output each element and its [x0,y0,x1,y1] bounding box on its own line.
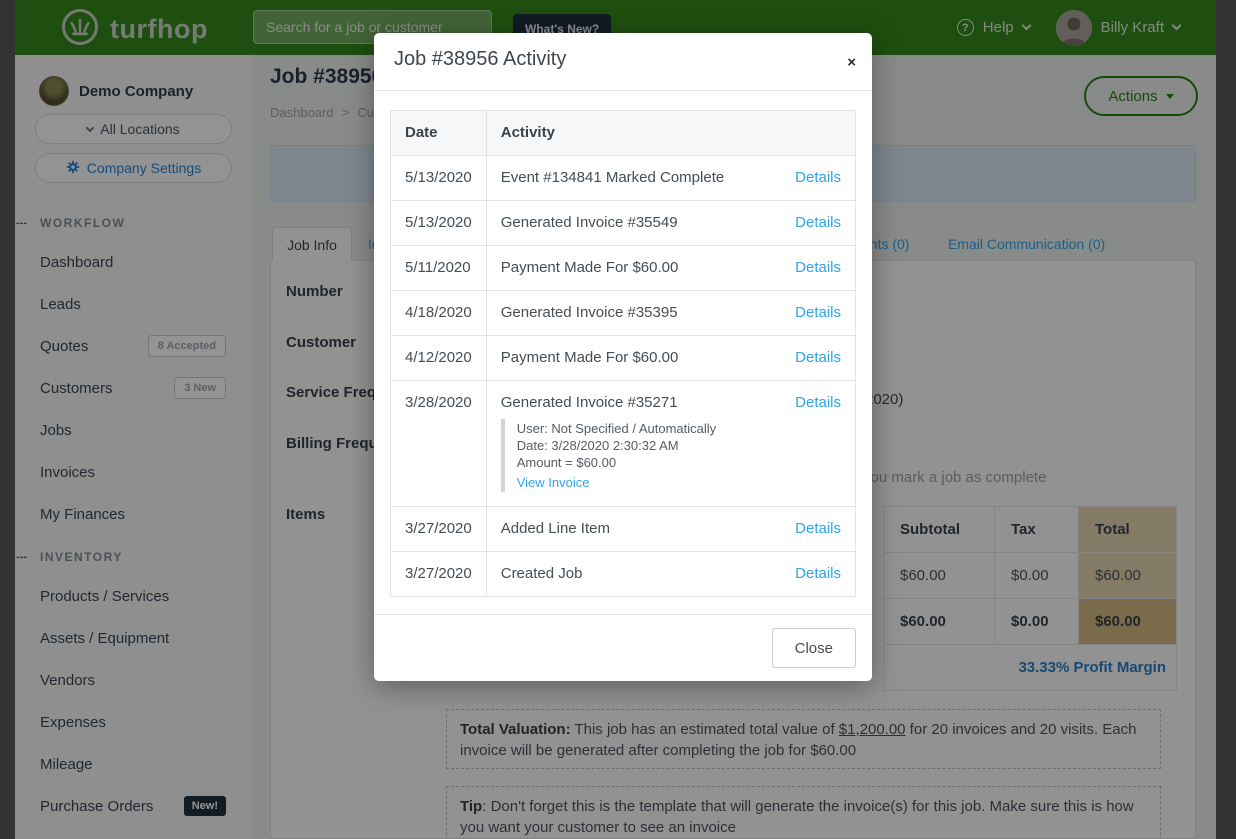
details-link[interactable]: Details [795,565,841,582]
activity-row: 3/27/2020 DetailsAdded Line Item [391,507,856,552]
close-icon[interactable]: × [847,54,856,71]
details-link[interactable]: Details [795,304,841,321]
details-link[interactable]: Details [795,349,841,366]
activity-row: 5/13/2020 DetailsGenerated Invoice #3554… [391,201,856,246]
details-link[interactable]: Details [795,394,841,411]
details-link[interactable]: Details [795,520,841,537]
modal-body: Date Activity 5/13/2020 DetailsEvent #13… [374,91,872,614]
details-link[interactable]: Details [795,214,841,231]
app-root: turfhop What's New? ? Help Billy Kraft [0,0,1236,839]
activity-detail-block: User: Not Specified / Automatically Date… [501,419,841,492]
activity-row: 4/12/2020 DetailsPayment Made For $60.00 [391,336,856,381]
modal-footer: Close [374,614,872,681]
details-link[interactable]: Details [795,169,841,186]
activity-table: Date Activity 5/13/2020 DetailsEvent #13… [390,110,856,597]
activity-row: 3/27/2020 DetailsCreated Job [391,552,856,597]
modal-header: Job #38956 Activity × [374,33,872,91]
activity-row-expanded: 3/28/2020 Details Generated Invoice #352… [391,381,856,507]
activity-row: 4/18/2020 DetailsGenerated Invoice #3539… [391,291,856,336]
view-invoice-link[interactable]: View Invoice [517,474,590,491]
modal-title: Job #38956 Activity [394,48,566,70]
activity-row: 5/13/2020 DetailsEvent #134841 Marked Co… [391,156,856,201]
activity-col-date: Date [391,111,487,156]
activity-row: 5/11/2020 DetailsPayment Made For $60.00 [391,246,856,291]
close-button[interactable]: Close [772,628,856,668]
activity-col-activity: Activity [486,111,855,156]
details-link[interactable]: Details [795,259,841,276]
activity-modal: Job #38956 Activity × Date Activity 5/13… [374,33,872,681]
